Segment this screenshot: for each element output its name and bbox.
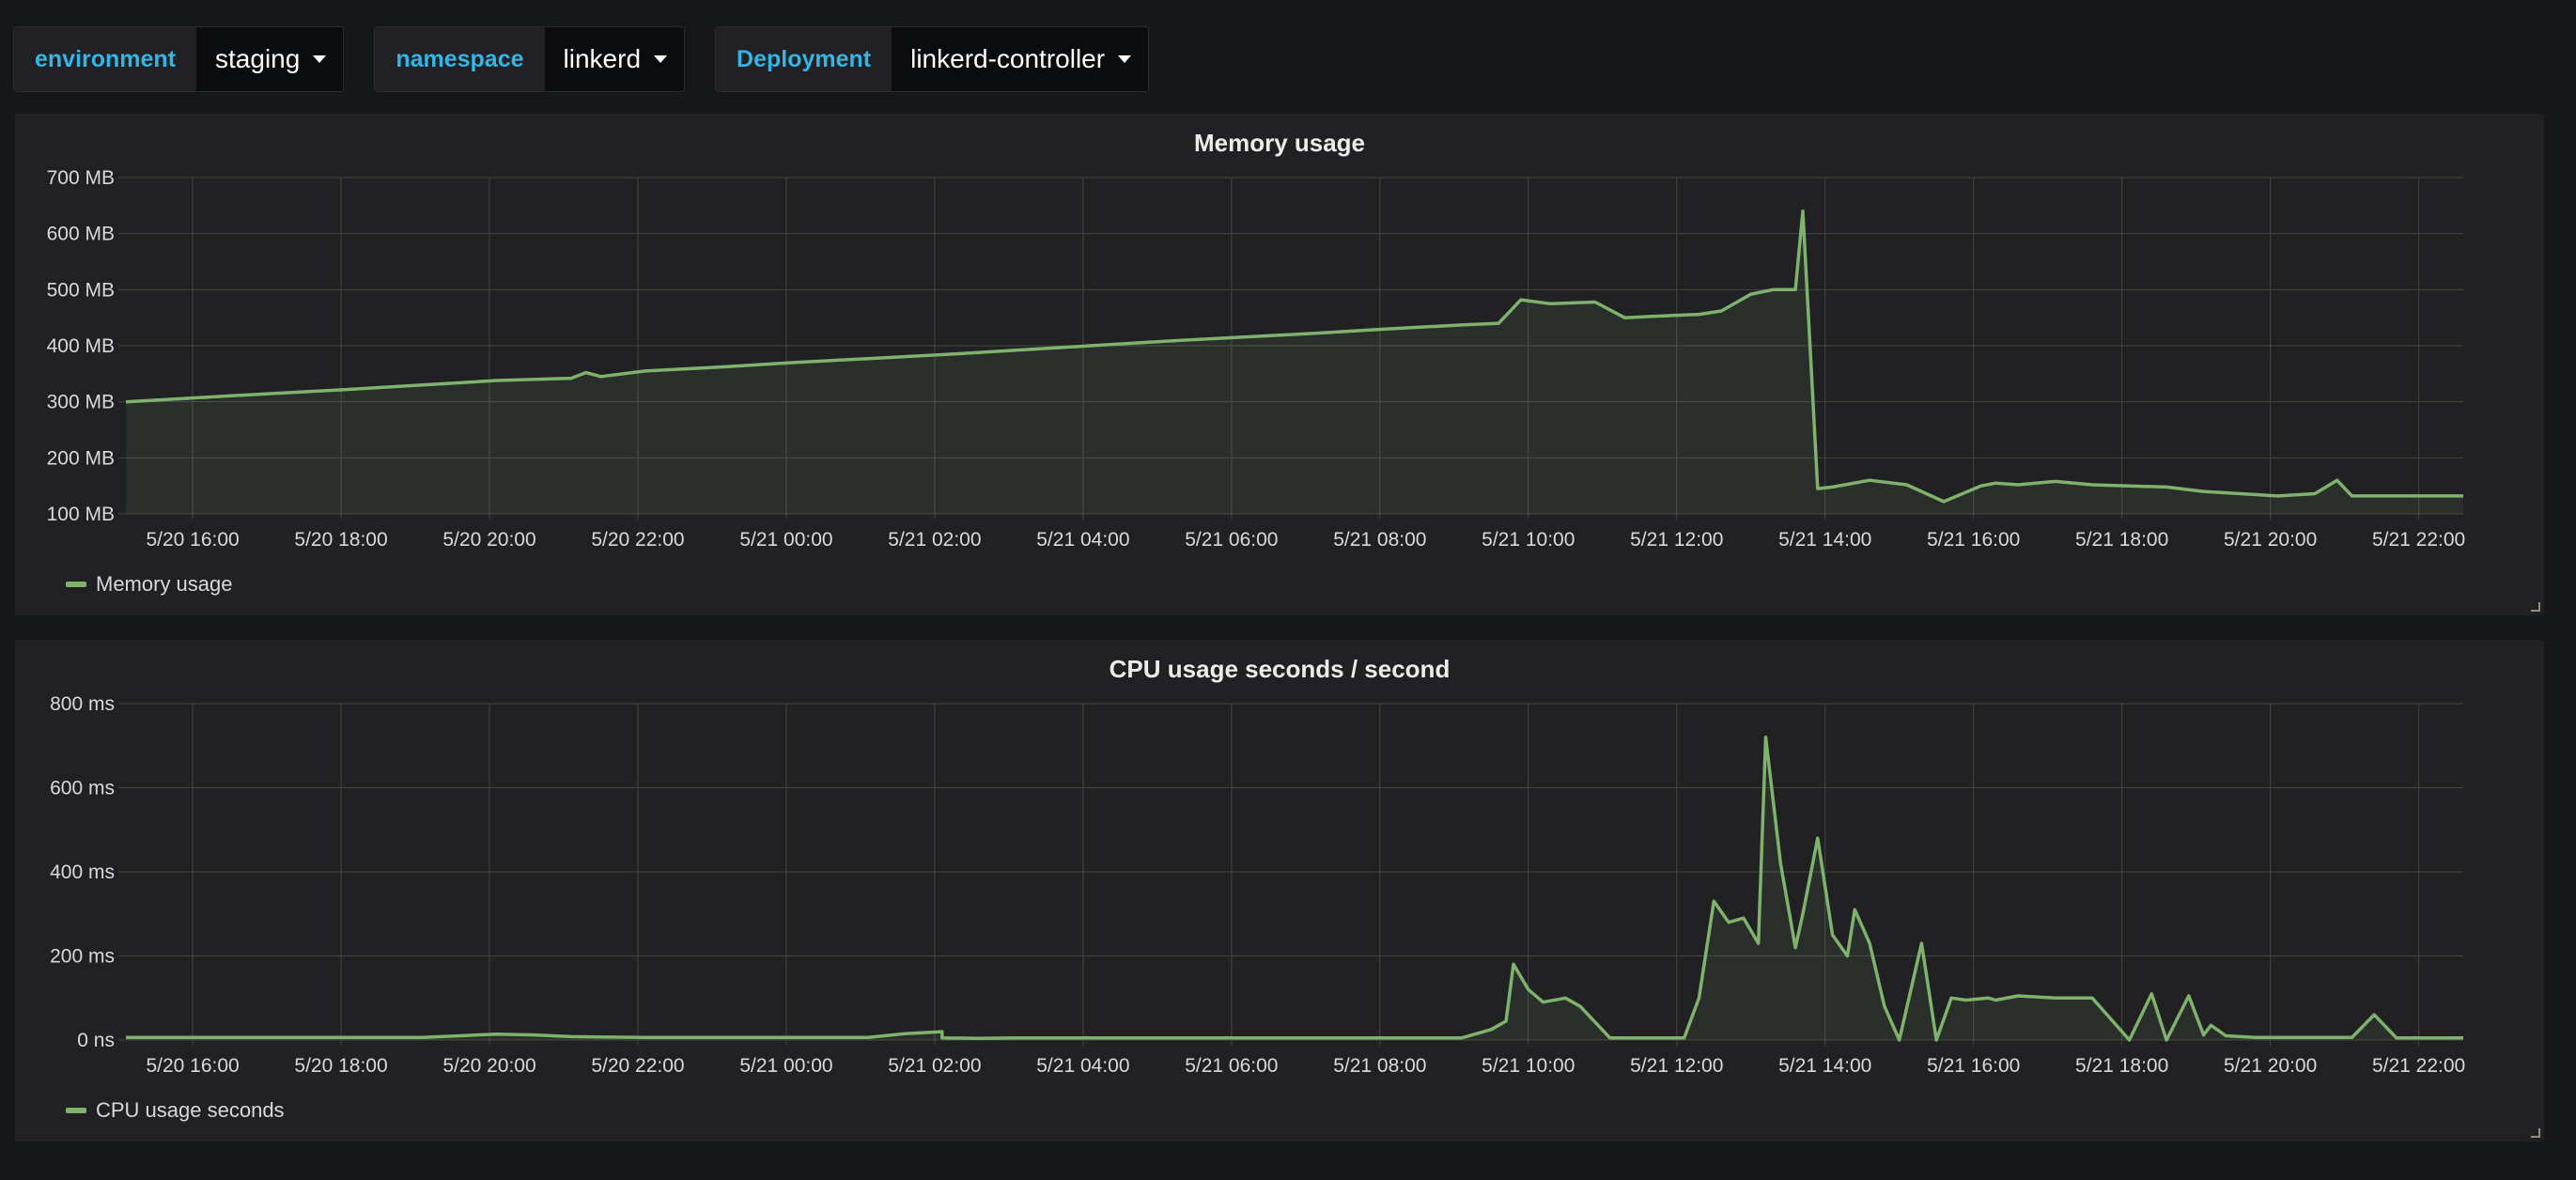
x-axis-tick-label: 5/21 14:00 <box>1778 1055 1871 1077</box>
x-axis-tick-label: 5/21 00:00 <box>739 529 832 551</box>
y-axis-tick-label: 500 MB <box>47 279 115 301</box>
template-variables: environment staging namespace linkerd De… <box>13 26 1150 92</box>
x-axis-tick-label: 5/21 20:00 <box>2224 529 2317 551</box>
x-axis-tick-label: 5/20 16:00 <box>146 1055 239 1077</box>
x-axis-tick-label: 5/21 04:00 <box>1036 529 1129 551</box>
variable-label-deployment: Deployment <box>716 27 892 91</box>
x-axis-tick-label: 5/21 12:00 <box>1630 529 1723 551</box>
y-axis-tick-label: 300 MB <box>47 392 115 413</box>
y-axis-tick-label: 400 MB <box>47 335 115 357</box>
x-axis-tick-label: 5/20 16:00 <box>146 529 239 551</box>
x-axis-tick-label: 5/21 08:00 <box>1333 1055 1426 1077</box>
x-axis-tick-label: 5/21 16:00 <box>1927 1055 2020 1077</box>
deployment-dropdown[interactable]: linkerd-controller <box>892 27 1149 91</box>
x-axis-tick-label: 5/21 22:00 <box>2372 529 2465 551</box>
x-axis-tick-label: 5/21 08:00 <box>1333 529 1426 551</box>
x-axis-tick-label: 5/21 18:00 <box>2075 1055 2168 1077</box>
x-axis-tick-label: 5/21 06:00 <box>1185 1055 1278 1077</box>
x-axis-tick-label: 5/21 04:00 <box>1036 1055 1129 1077</box>
legend-item[interactable]: CPU usage seconds <box>66 1098 285 1123</box>
x-axis-tick-label: 5/21 10:00 <box>1482 529 1575 551</box>
cpu-usage-chart: 800 ms 600 ms 400 ms 200 ms 0 ns 5/20 16:00 5/… <box>50 693 2465 1077</box>
cpu-usage-panel: CPU usage seconds / second 800 ms 600 ms 4… <box>15 640 2544 1141</box>
x-axis-tick-label: 5/20 18:00 <box>294 1055 387 1077</box>
variable-deployment: Deployment linkerd-controller <box>715 26 1150 92</box>
x-axis-tick-label: 5/21 22:00 <box>2372 1055 2465 1077</box>
variable-namespace: namespace linkerd <box>374 26 686 92</box>
variable-label-environment: environment <box>14 27 197 91</box>
x-axis-tick-label: 5/20 22:00 <box>591 529 684 551</box>
deployment-value: linkerd-controller <box>910 44 1106 73</box>
memory-usage-chart: 700 MB 600 MB 500 MB 400 MB 300 MB 200 MB 100 … <box>47 167 2466 551</box>
caret-down-icon <box>1118 55 1132 63</box>
y-axis-tick-label: 800 ms <box>50 693 115 715</box>
legend-swatch <box>66 582 86 587</box>
environment-dropdown[interactable]: staging <box>196 27 344 91</box>
x-axis-tick-label: 5/20 18:00 <box>294 529 387 551</box>
resize-handle[interactable] <box>2531 1128 2540 1138</box>
caret-down-icon <box>313 55 327 63</box>
y-axis-tick-label: 100 MB <box>47 504 115 525</box>
legend-label: Memory usage <box>96 572 233 596</box>
caret-down-icon <box>654 55 668 63</box>
legend-swatch <box>66 1108 86 1113</box>
x-axis-tick-label: 5/21 10:00 <box>1482 1055 1575 1077</box>
x-axis-tick-label: 5/21 20:00 <box>2224 1055 2317 1077</box>
x-axis-tick-label: 5/20 20:00 <box>442 529 535 551</box>
x-axis-tick-label: 5/21 02:00 <box>888 1055 981 1077</box>
y-axis-tick-label: 600 MB <box>47 224 115 245</box>
y-axis-tick-label: 0 ns <box>77 1030 115 1051</box>
legend-label: CPU usage seconds <box>96 1098 285 1122</box>
y-axis-tick-label: 200 ms <box>50 946 115 968</box>
y-axis-tick-label: 600 ms <box>50 778 115 800</box>
resize-handle[interactable] <box>2531 602 2540 612</box>
x-axis-tick-label: 5/21 12:00 <box>1630 1055 1723 1077</box>
x-axis-tick-label: 5/21 06:00 <box>1185 529 1278 551</box>
variable-environment: environment staging <box>13 26 345 92</box>
variable-label-namespace: namespace <box>375 27 545 91</box>
memory-usage-panel: Memory usage 700 MB 600 MB 500 MB 400 MB 300… <box>15 114 2544 615</box>
x-axis-tick-label: 5/21 00:00 <box>739 1055 832 1077</box>
series-area-fill <box>126 737 2463 1040</box>
namespace-value: linkerd <box>563 44 642 73</box>
y-axis-tick-label: 200 MB <box>47 447 115 469</box>
x-axis-tick-label: 5/21 16:00 <box>1927 529 2020 551</box>
x-axis-tick-label: 5/21 18:00 <box>2075 529 2168 551</box>
y-axis-tick-label: 400 ms <box>50 862 115 883</box>
environment-value: staging <box>215 44 301 73</box>
namespace-dropdown[interactable]: linkerd <box>544 27 685 91</box>
x-axis-tick-label: 5/20 20:00 <box>442 1055 535 1077</box>
x-axis-tick-label: 5/21 02:00 <box>888 529 981 551</box>
y-axis-tick-label: 700 MB <box>47 167 115 189</box>
series-line <box>126 736 2463 1042</box>
series-area-fill <box>126 210 2463 515</box>
x-axis-tick-label: 5/20 22:00 <box>591 1055 684 1077</box>
legend-item[interactable]: Memory usage <box>66 572 233 597</box>
x-axis-tick-label: 5/21 14:00 <box>1778 529 1871 551</box>
